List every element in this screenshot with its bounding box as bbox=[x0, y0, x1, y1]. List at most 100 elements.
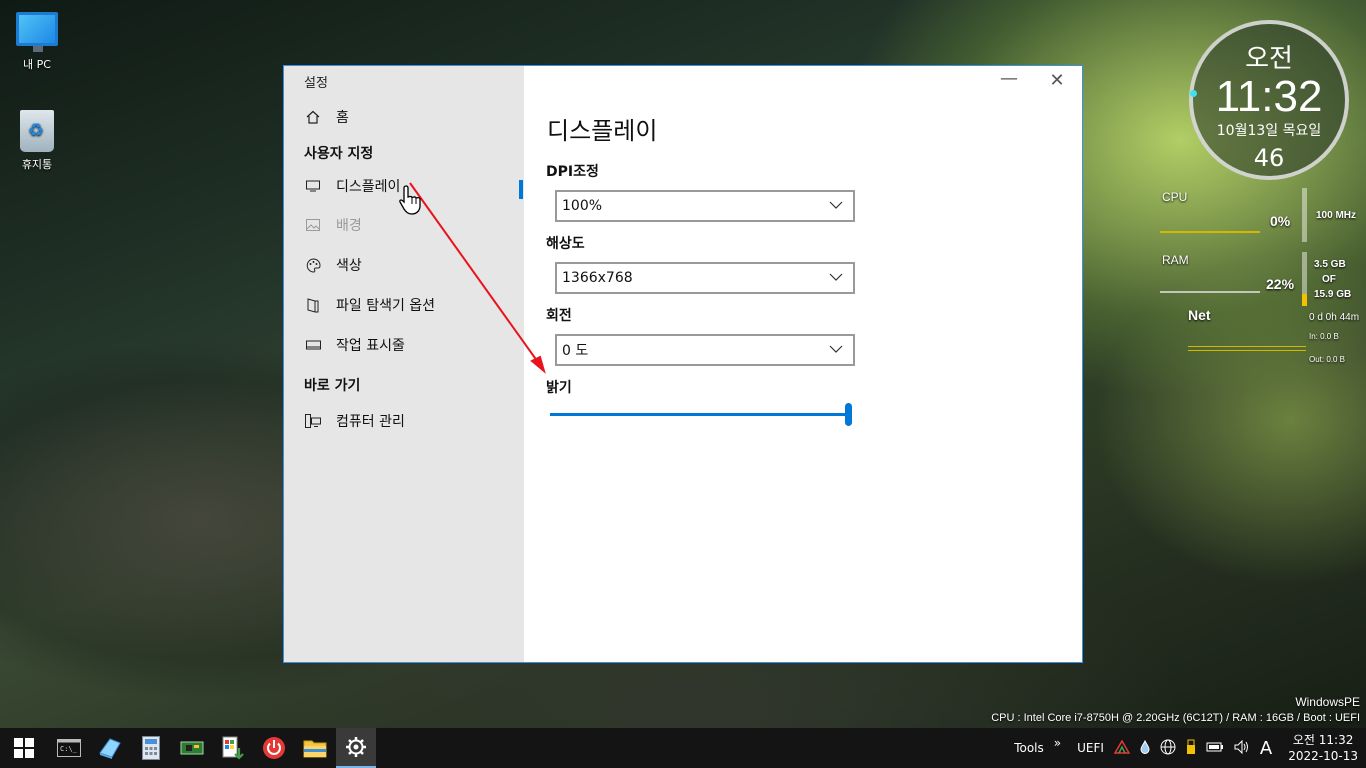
desktop-icon-recycle-bin[interactable]: 휴지통 bbox=[2, 110, 72, 172]
section-heading-shortcuts: 바로 가기 bbox=[304, 378, 361, 394]
resolution-value: 1366x768 bbox=[562, 270, 633, 286]
package-install-icon bbox=[222, 736, 244, 760]
gear-icon bbox=[346, 737, 366, 757]
net-in: In: 0.0 B bbox=[1309, 332, 1339, 341]
computer-management-icon bbox=[304, 414, 322, 428]
taskbar-icon bbox=[304, 338, 322, 352]
image-icon bbox=[304, 218, 322, 232]
nav-item-label: 배경 bbox=[336, 218, 362, 234]
recycle-bin-icon bbox=[20, 110, 54, 152]
taskbar: C:\_ Tools » UEFI A 오전 11:32 2022-10-13 bbox=[0, 728, 1366, 768]
minimize-button[interactable]: — bbox=[994, 68, 1024, 89]
nav-item-file-explorer-options[interactable]: 파일 탐색기 옵션 bbox=[304, 293, 435, 317]
nav-item-label: 파일 탐색기 옵션 bbox=[336, 298, 436, 314]
clock-ampm: 오전 bbox=[1245, 44, 1293, 74]
net-out: Out: 0.0 B bbox=[1309, 355, 1346, 364]
nav-item-label: 작업 표시줄 bbox=[336, 338, 405, 354]
page-title: 디스플레이 bbox=[547, 117, 658, 145]
dpi-dropdown[interactable]: 100% bbox=[555, 190, 855, 222]
nav-item-color[interactable]: 색상 bbox=[304, 253, 362, 277]
windows-edition: WindowsPE bbox=[1295, 695, 1360, 709]
taskbar-app-power[interactable] bbox=[254, 728, 294, 768]
nav-item-background[interactable]: 배경 bbox=[304, 213, 362, 237]
power-icon bbox=[263, 737, 285, 759]
ram-label: RAM bbox=[1162, 253, 1189, 267]
cpu-percent: 0% bbox=[1270, 213, 1291, 229]
nav-item-display[interactable]: 디스플레이 bbox=[304, 174, 400, 198]
clock-widget: 오전 11:32 10월13일 목요일 46 bbox=[1189, 20, 1349, 180]
ram-percent: 22% bbox=[1266, 276, 1295, 292]
taskbar-app-eraser[interactable] bbox=[90, 728, 130, 768]
cpu-label: CPU bbox=[1162, 190, 1188, 204]
toolbar-expand-button[interactable]: » bbox=[1054, 736, 1061, 750]
cpu-vertical-bar bbox=[1302, 188, 1307, 242]
resolution-label: 해상도 bbox=[546, 236, 585, 252]
ram-of: OF bbox=[1322, 274, 1336, 285]
dpi-label: DPI조정 bbox=[546, 164, 599, 180]
ram-total: 15.9 GB bbox=[1314, 289, 1352, 300]
drop-icon[interactable] bbox=[1140, 739, 1150, 757]
nav-item-computer-management[interactable]: 컴퓨터 관리 bbox=[304, 409, 405, 433]
document-icon bbox=[304, 297, 322, 313]
ram-used: 3.5 GB bbox=[1314, 259, 1346, 270]
chevron-down-icon bbox=[829, 270, 843, 288]
close-button[interactable]: ✕ bbox=[1042, 70, 1072, 91]
taskbar-app-command-prompt[interactable]: C:\_ bbox=[49, 728, 89, 768]
nav-item-taskbar[interactable]: 작업 표시줄 bbox=[304, 333, 405, 357]
ram-vertical-fill bbox=[1302, 294, 1307, 306]
nav-item-label: 디스플레이 bbox=[336, 179, 401, 195]
net-bar-1 bbox=[1188, 346, 1306, 347]
volume-icon[interactable] bbox=[1234, 739, 1250, 757]
start-button[interactable] bbox=[0, 728, 48, 768]
clock-time: 11:32 bbox=[1215, 72, 1323, 121]
usb-icon[interactable] bbox=[1186, 739, 1196, 758]
desktop-icon-this-pc[interactable]: 내 PC bbox=[2, 12, 72, 72]
monitor-icon bbox=[304, 179, 322, 193]
taskbar-app-calculator[interactable] bbox=[131, 728, 171, 768]
brightness-label: 밝기 bbox=[546, 380, 572, 396]
nav-item-label: 색상 bbox=[336, 258, 362, 274]
brightness-slider[interactable] bbox=[550, 403, 852, 427]
desktop-icon-label: 휴지통 bbox=[21, 158, 53, 171]
tray-date: 2022-10-13 bbox=[1288, 749, 1358, 763]
computer-icon bbox=[16, 12, 58, 52]
settings-window: 설정 홈 사용자 지정 디스플레이 배경 색상 파일 탐색기 옵션 작업 표시줄… bbox=[283, 65, 1083, 663]
eraser-icon bbox=[99, 738, 121, 759]
windows-logo-icon bbox=[14, 738, 34, 758]
palette-icon bbox=[304, 257, 322, 273]
net-label: Net bbox=[1188, 307, 1211, 323]
tools-toolbar[interactable]: Tools bbox=[1014, 741, 1044, 755]
nav-item-label: 컴퓨터 관리 bbox=[336, 414, 405, 430]
input-method-indicator[interactable]: A bbox=[1260, 738, 1272, 759]
clock-date: 10월13일 목요일 bbox=[1216, 123, 1322, 139]
tray-time: 오전 11:32 bbox=[1292, 733, 1354, 747]
slider-thumb[interactable] bbox=[845, 403, 852, 426]
svg-text:C:\_: C:\_ bbox=[60, 745, 78, 753]
slider-track bbox=[550, 413, 848, 416]
resolution-dropdown[interactable]: 1366x768 bbox=[555, 262, 855, 294]
taskbar-app-installer[interactable] bbox=[213, 728, 253, 768]
globe-icon[interactable] bbox=[1160, 739, 1176, 758]
taskbar-app-settings[interactable] bbox=[336, 728, 376, 768]
network-tool-icon[interactable] bbox=[1113, 739, 1131, 757]
tray-clock[interactable]: 오전 11:32 2022-10-13 bbox=[1288, 732, 1358, 764]
net-bar-2 bbox=[1188, 350, 1306, 351]
folder-icon bbox=[303, 740, 327, 758]
uptime: 0 d 0h 44m bbox=[1309, 312, 1360, 323]
nav-item-home[interactable]: 홈 bbox=[304, 105, 349, 129]
section-heading-custom: 사용자 지정 bbox=[304, 146, 374, 162]
chevron-down-icon bbox=[829, 198, 843, 216]
taskbar-app-hardware[interactable] bbox=[172, 728, 212, 768]
settings-content: — ✕ 디스플레이 DPI조정 100% 해상도 1366x768 회전 0 도… bbox=[524, 66, 1082, 662]
rotation-dropdown[interactable]: 0 도 bbox=[555, 334, 855, 366]
chevron-down-icon bbox=[829, 342, 843, 360]
ram-bar bbox=[1160, 291, 1260, 293]
rotation-value: 0 도 bbox=[562, 343, 589, 359]
battery-icon[interactable] bbox=[1206, 741, 1224, 756]
taskbar-app-file-explorer[interactable] bbox=[295, 728, 335, 768]
uefi-indicator[interactable]: UEFI bbox=[1077, 741, 1104, 755]
settings-sidebar: 설정 홈 사용자 지정 디스플레이 배경 색상 파일 탐색기 옵션 작업 표시줄… bbox=[284, 66, 524, 662]
selected-indicator bbox=[519, 180, 523, 199]
system-specs: CPU : Intel Core i7-8750H @ 2.20GHz (6C1… bbox=[991, 712, 1360, 724]
circuit-board-icon bbox=[180, 741, 204, 755]
